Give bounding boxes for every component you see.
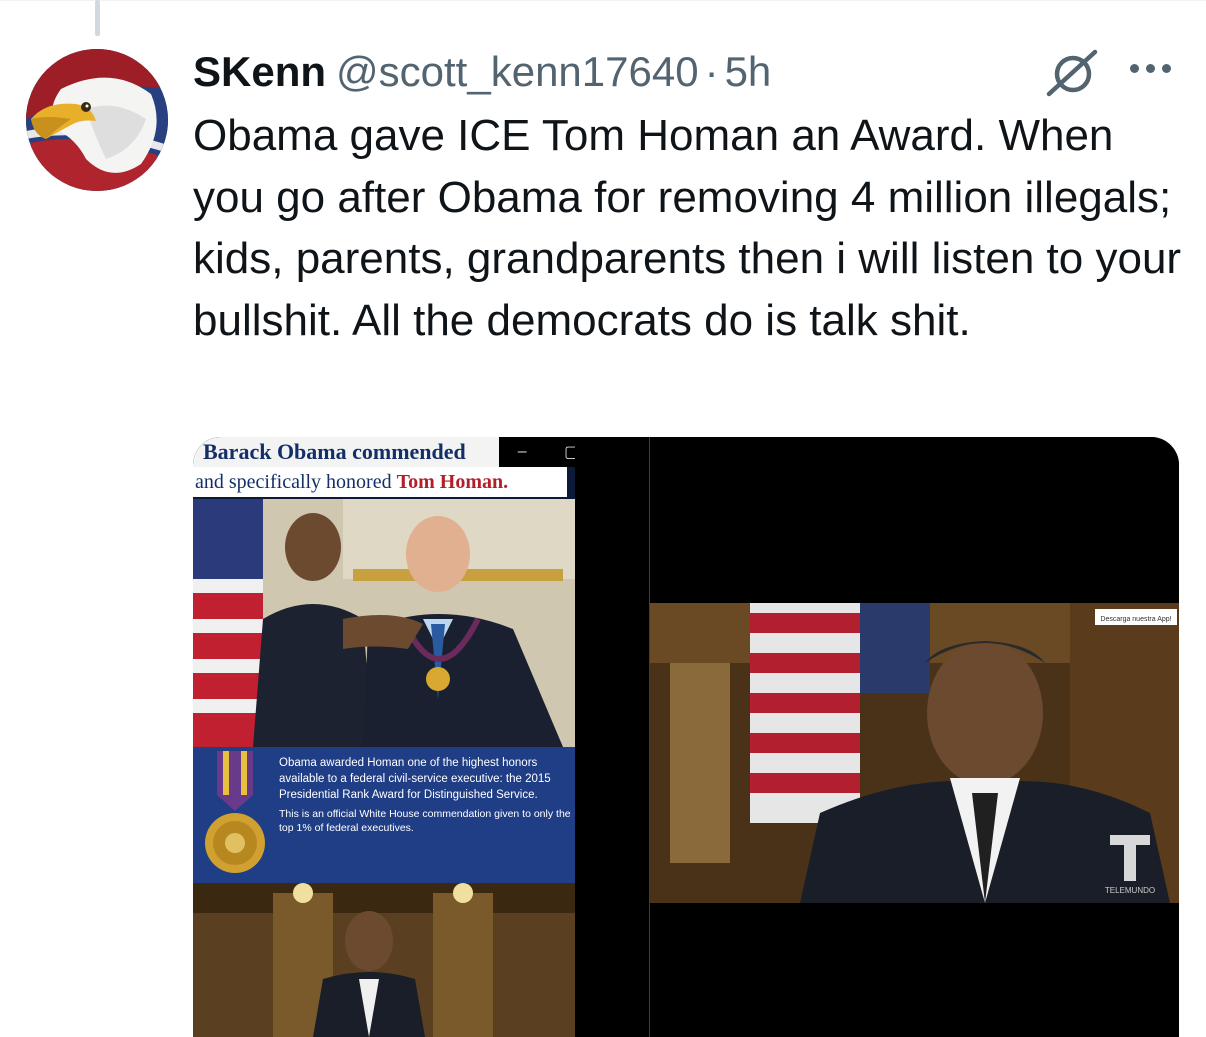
banner-subtitle: and specifically honored Tom Homan. <box>193 467 567 497</box>
tv-badge: Descarga nuestra App! <box>1100 616 1171 623</box>
award-info-text: Obama awarded Homan one of the highest h… <box>279 755 571 835</box>
award-ceremony-photo <box>193 499 575 747</box>
black-strip <box>575 437 649 1037</box>
tv-logo-text: TELEMUNDO <box>1105 886 1155 895</box>
more-options-icon[interactable] <box>1130 58 1178 78</box>
banner-sub-highlight: Tom Homan. <box>396 471 509 493</box>
tweet-text: Obama gave ICE Tom Homan an Award. When … <box>193 111 1182 345</box>
award-info-line2: This is an official White House commenda… <box>279 808 571 834</box>
banner-title: Barack Obama commended <box>193 437 509 467</box>
award-info-box: Obama awarded Homan one of the highest h… <box>193 747 575 883</box>
tweet-timestamp[interactable]: 5h <box>725 48 772 96</box>
right-video-panel: Descarga nuestra App! TELEMUNDO <box>650 437 1179 1037</box>
window-minimize-icon: – <box>517 443 527 460</box>
tweet-header: SKenn @scott_kenn17640 · 5h <box>193 44 771 100</box>
medal-icon <box>205 751 265 873</box>
award-info-line1: Obama awarded Homan one of the highest h… <box>279 757 551 801</box>
author-handle[interactable]: @scott_kenn17640 <box>336 48 699 96</box>
grok-icon[interactable] <box>1043 46 1101 98</box>
interview-video-frame: Descarga nuestra App! TELEMUNDO <box>650 603 1179 903</box>
author-name[interactable]: SKenn <box>193 48 326 96</box>
banner-sub-prefix: and specifically honored <box>195 471 397 493</box>
avatar[interactable] <box>26 49 168 191</box>
tweet-media[interactable]: Barack Obama commended and specifically … <box>193 437 1179 1037</box>
thread-connector-line <box>95 0 100 36</box>
eagle-avatar-icon <box>26 49 168 191</box>
top-divider <box>0 0 1206 1</box>
header-separator: · <box>704 48 719 95</box>
left-image-panel: Barack Obama commended and specifically … <box>193 437 575 1037</box>
